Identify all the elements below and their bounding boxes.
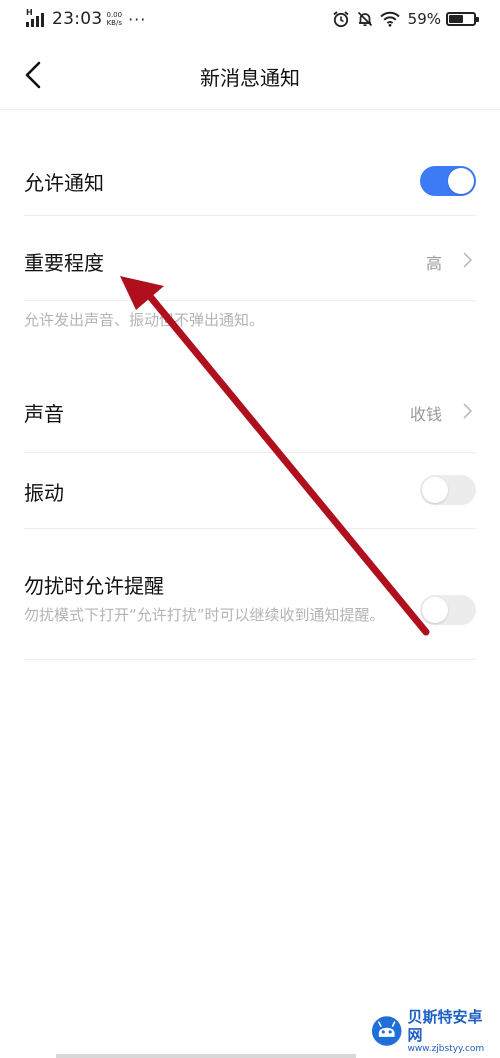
- allow-notifications-label: 允许通知: [24, 171, 104, 195]
- network-speed-unit: KB/s: [106, 19, 122, 27]
- toggle-knob: [448, 168, 474, 194]
- dnd-allow-toggle[interactable]: [420, 595, 476, 625]
- allow-notifications-toggle[interactable]: [420, 166, 476, 196]
- dnd-allow-label: 勿扰时允许提醒: [24, 574, 164, 598]
- importance-hint: 允许发出声音、振动但不弹出通知。: [24, 311, 265, 329]
- mute-bell-icon: [357, 11, 372, 27]
- alarm-icon: [333, 11, 349, 28]
- status-left: H 23:03 0.00 KB/s ···: [26, 8, 146, 30]
- chevron-right-icon: [463, 252, 473, 268]
- divider: [24, 300, 476, 301]
- wifi-icon: [379, 11, 400, 27]
- title-bar: 新消息通知: [0, 40, 500, 110]
- watermark-logo-icon: [371, 1016, 402, 1046]
- battery-percent: 59%: [407, 10, 441, 28]
- vibration-toggle[interactable]: [420, 475, 476, 505]
- dnd-allow-description: 勿扰模式下打开“允许打扰”时可以继续收到通知提醒。: [24, 606, 385, 624]
- sound-value: 收钱: [409, 405, 442, 424]
- divider: [24, 528, 476, 529]
- screen: H 23:03 0.00 KB/s ··· 59% 新消息通知 允许通知 重要程…: [0, 0, 500, 1058]
- status-right: 59%: [326, 8, 479, 30]
- divider: [24, 659, 476, 660]
- chevron-right-icon: [463, 403, 473, 419]
- battery-fill: [449, 15, 463, 23]
- sound-row[interactable]: 声音 收钱: [24, 378, 476, 444]
- toggle-knob: [422, 597, 448, 623]
- vibration-label: 振动: [24, 481, 64, 505]
- divider: [24, 452, 476, 453]
- more-notifications-icon: ···: [128, 9, 147, 29]
- importance-value: 高: [425, 254, 442, 273]
- vibration-row[interactable]: 振动: [24, 458, 476, 522]
- page-title: 新消息通知: [200, 66, 300, 90]
- site-watermark: 贝斯特安卓网 www.zjbstyy.com: [370, 1008, 496, 1055]
- battery-tip: [476, 17, 479, 22]
- watermark-text: 贝斯特安卓网 www.zjbstyy.com: [407, 1008, 496, 1055]
- watermark-url: www.zjbstyy.com: [407, 1043, 485, 1054]
- cellular-signal-icon: H: [26, 8, 46, 27]
- status-time: 23:03: [52, 9, 103, 29]
- status-bar: H 23:03 0.00 KB/s ··· 59%: [0, 0, 500, 40]
- divider: [24, 215, 476, 216]
- battery-icon: [446, 12, 479, 26]
- allow-notifications-row[interactable]: 允许通知: [24, 150, 476, 212]
- importance-row[interactable]: 重要程度 高: [24, 228, 476, 292]
- network-speed: 0.00 KB/s: [107, 11, 123, 27]
- network-speed-value: 0.00: [106, 11, 123, 19]
- dnd-allow-row[interactable]: 勿扰时允许提醒 勿扰模式下打开“允许打扰”时可以继续收到通知提醒。: [24, 560, 476, 656]
- watermark-name: 贝斯特安卓网: [407, 1007, 483, 1044]
- network-type: H: [26, 8, 33, 17]
- bottom-strip: [56, 1054, 356, 1058]
- importance-label: 重要程度: [24, 251, 104, 275]
- toggle-knob: [422, 477, 448, 503]
- sound-label: 声音: [24, 402, 64, 426]
